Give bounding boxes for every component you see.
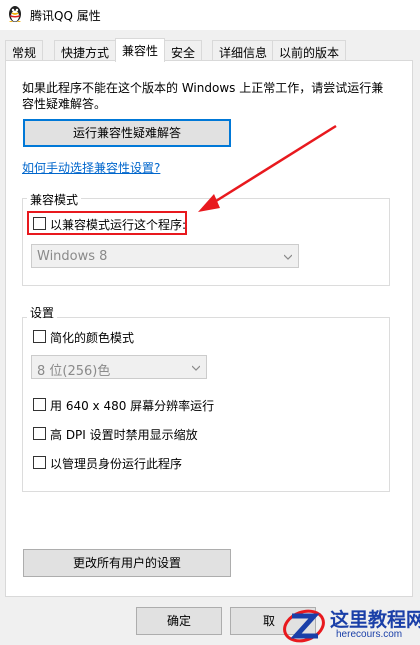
- watermark-logo: 这里教程网 herecours.com: [280, 602, 420, 645]
- tab-compatibility[interactable]: 兼容性: [115, 38, 166, 62]
- change-all-users-button[interactable]: 更改所有用户的设置: [23, 549, 231, 577]
- chevron-down-icon: [192, 365, 200, 371]
- res-640-checkbox[interactable]: [33, 398, 46, 411]
- high-dpi-label: 高 DPI 设置时禁用显示缩放: [50, 428, 198, 442]
- color-mode-select-value: 8 位(256)色: [37, 364, 111, 379]
- admin-checkbox[interactable]: [33, 456, 46, 469]
- compat-mode-select[interactable]: Windows 8: [31, 244, 299, 268]
- intro-line-1: 如果此程序不能在这个版本的 Windows 上正常工作，请尝试运行兼: [22, 81, 384, 95]
- qq-penguin-icon: [9, 6, 21, 22]
- annotation-arrow-icon: [198, 124, 337, 212]
- tab-details[interactable]: 详细信息: [212, 40, 275, 61]
- tab-security[interactable]: 安全: [164, 40, 203, 61]
- window-title: 腾讯QQ 属性: [30, 9, 101, 23]
- watermark-title: 这里教程网: [330, 609, 420, 631]
- res-640-label: 用 640 x 480 屏幕分辨率运行: [50, 399, 215, 413]
- tab-shortcut[interactable]: 快捷方式: [54, 40, 117, 61]
- high-dpi-checkbox[interactable]: [33, 427, 46, 440]
- reduced-color-row[interactable]: 简化的颜色模式: [33, 329, 183, 345]
- window-titlebar[interactable]: 腾讯QQ 属性: [0, 0, 420, 30]
- reduced-color-label: 简化的颜色模式: [50, 331, 135, 345]
- manual-settings-link[interactable]: 如何手动选择兼容性设置?: [22, 159, 160, 176]
- ok-button[interactable]: 确定: [136, 607, 222, 635]
- compat-mode-select-value: Windows 8: [37, 249, 108, 264]
- intro-line-2: 容性疑难解答。: [22, 97, 107, 111]
- tab-bar: 常规 快捷方式 兼容性 安全 详细信息 以前的版本: [5, 38, 415, 62]
- watermark-swirl-icon: [283, 609, 325, 643]
- admin-label: 以管理员身份运行此程序: [50, 457, 183, 471]
- annotation-highlight-box: [27, 211, 187, 235]
- reduced-color-checkbox[interactable]: [33, 330, 46, 343]
- compat-mode-group-label: 兼容模式: [27, 191, 82, 208]
- chevron-down-icon: [284, 254, 292, 260]
- admin-row[interactable]: 以管理员身份运行此程序: [33, 455, 233, 471]
- tab-previous-versions[interactable]: 以前的版本: [272, 40, 347, 61]
- intro-text: 如果此程序不能在这个版本的 Windows 上正常工作，请尝试运行兼 容性疑难解…: [22, 80, 402, 112]
- tab-general[interactable]: 常规: [5, 40, 44, 61]
- high-dpi-row[interactable]: 高 DPI 设置时禁用显示缩放: [33, 426, 233, 442]
- watermark-url: herecours.com: [336, 629, 403, 640]
- res-640-row[interactable]: 用 640 x 480 屏幕分辨率运行: [33, 397, 233, 413]
- color-mode-select[interactable]: 8 位(256)色: [31, 355, 207, 379]
- settings-group-label: 设置: [27, 304, 58, 321]
